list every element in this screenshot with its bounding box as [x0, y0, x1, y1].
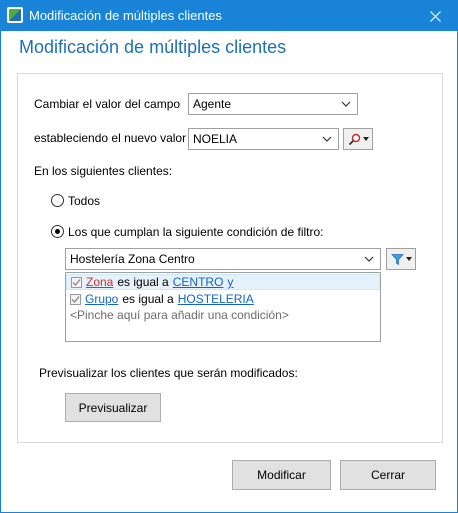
clients-label: En los siguientes clientes:	[34, 164, 173, 178]
condition-value[interactable]: CENTRO	[173, 275, 224, 289]
new-value-label: estableciendo el nuevo valor	[34, 131, 187, 145]
check-icon	[71, 295, 80, 303]
condition-field[interactable]: Grupo	[85, 292, 118, 306]
condition-value[interactable]: HOSTELERIA	[178, 292, 254, 306]
add-condition-link[interactable]: <Pinche aquí para añadir una condición>	[70, 308, 289, 322]
search-icon	[348, 133, 360, 145]
dialog-window: Modificación de múltiples clientes Modif…	[0, 0, 458, 513]
filter-select-value: Hostelería Zona Centro	[70, 252, 195, 266]
filter-icon	[390, 253, 404, 265]
condition-field[interactable]: Zona	[86, 275, 113, 289]
field-select-value: Agente	[193, 97, 232, 111]
chevron-down-icon	[364, 256, 374, 262]
condition-row[interactable]: Zona es igual a CENTRO y	[66, 274, 380, 290]
conditions-list: Zona es igual a CENTRO y Grupo es igual …	[65, 272, 381, 342]
condition-operator: es igual a	[122, 292, 174, 306]
filter-select[interactable]: Hostelería Zona Centro	[65, 248, 381, 270]
check-icon	[72, 278, 81, 286]
close-icon	[429, 10, 441, 22]
app-icon	[7, 7, 23, 23]
condition-checkbox[interactable]	[71, 276, 82, 288]
lookup-button[interactable]	[343, 128, 373, 150]
condition-operator: es igual a	[117, 275, 169, 289]
new-value-select[interactable]: NOELIA	[188, 128, 339, 150]
condition-conjunction[interactable]: y	[227, 275, 233, 289]
caret-down-icon	[362, 137, 369, 141]
change-field-label: Cambiar el valor del campo	[34, 97, 181, 111]
radio-filter[interactable]	[51, 225, 64, 238]
chevron-down-icon	[322, 136, 332, 142]
modify-button[interactable]: Modificar	[232, 460, 331, 490]
radio-all[interactable]	[51, 194, 64, 207]
preview-label: Previsualizar los clientes que serán mod…	[39, 366, 298, 380]
radio-all-label[interactable]: Todos	[68, 194, 100, 208]
condition-checkbox[interactable]	[70, 293, 81, 305]
new-value-text: NOELIA	[193, 132, 238, 146]
filter-button[interactable]	[386, 248, 416, 270]
preview-button[interactable]: Previsualizar	[65, 393, 161, 422]
caret-down-icon	[405, 257, 412, 261]
radio-filter-label[interactable]: Los que cumplan la siguiente condición d…	[68, 225, 324, 239]
condition-row[interactable]: Grupo es igual a HOSTELERIA	[66, 291, 380, 307]
chevron-down-icon	[341, 101, 351, 107]
add-condition-row[interactable]: <Pinche aquí para añadir una condición>	[66, 307, 380, 323]
title-bar: Modificación de múltiples clientes	[1, 1, 457, 31]
field-select[interactable]: Agente	[188, 93, 358, 115]
close-button[interactable]: Cerrar	[340, 460, 436, 490]
close-window-button[interactable]	[413, 1, 457, 31]
dialog-heading: Modificación de múltiples clientes	[19, 37, 287, 57]
window-title: Modificación de múltiples clientes	[29, 8, 222, 23]
